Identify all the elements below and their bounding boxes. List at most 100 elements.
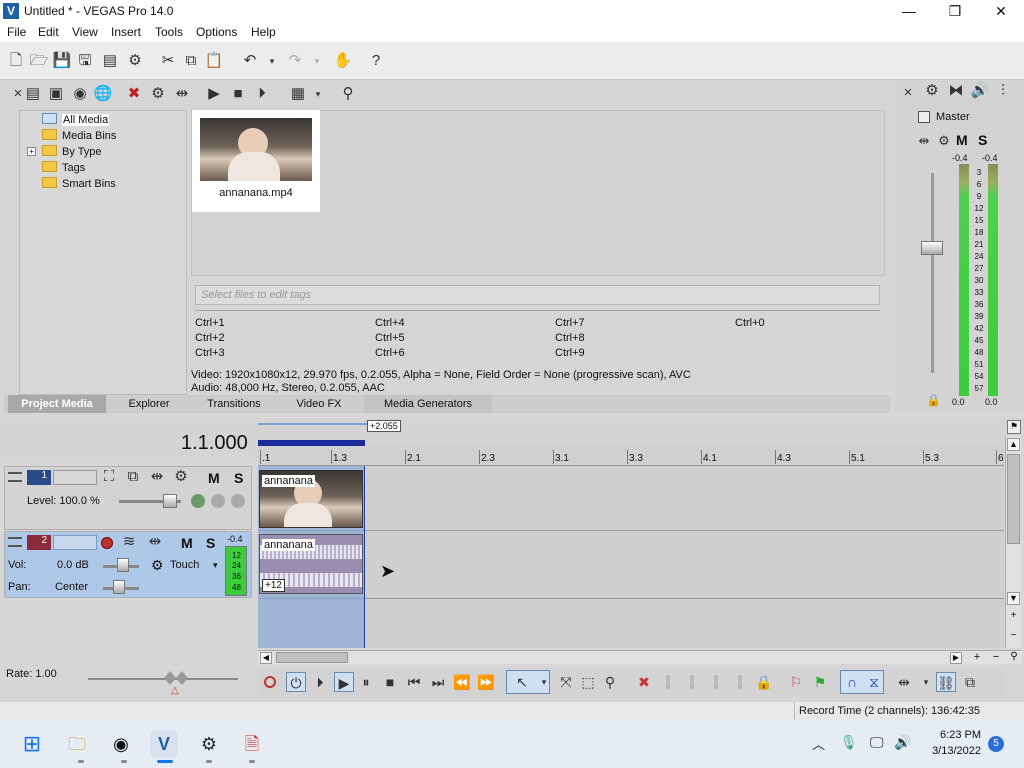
tree-item-all-media[interactable]: All Media (42, 112, 110, 128)
menu-file[interactable]: File (7, 25, 26, 39)
mute-button[interactable]: M (208, 470, 220, 486)
mute-button[interactable]: M (181, 535, 193, 551)
bus-fx-small-icon[interactable]: ⚙ (934, 131, 954, 151)
tag-shortcut[interactable]: Ctrl+7 (555, 317, 585, 329)
zoom-tool-icon[interactable]: ⚲ (1007, 651, 1021, 664)
save-icon[interactable]: 💾 (52, 51, 72, 71)
whats-this-help-icon[interactable]: ? (366, 51, 386, 71)
next-frame-button[interactable]: ⏩ (476, 672, 496, 692)
play-from-start-button[interactable]: ⏵ (310, 672, 330, 692)
scroll-up-icon[interactable]: ▲ (1007, 438, 1020, 451)
tab-media-generators[interactable]: Media Generators (364, 395, 492, 413)
level-slider-handle[interactable] (163, 494, 177, 508)
close-button[interactable]: ✕ (978, 0, 1024, 22)
master-mute-button[interactable]: M (956, 132, 968, 148)
tab-explorer[interactable]: Explorer (108, 395, 190, 413)
cut-icon[interactable]: ✂ (158, 51, 178, 71)
media-properties-icon[interactable]: ⇹ (172, 84, 192, 104)
vegas-app-icon[interactable]: V (3, 3, 19, 19)
horizontal-scrollbar[interactable]: ◀ ▶ + − ⚲ (258, 650, 1022, 664)
track-name-field[interactable] (53, 470, 97, 485)
menu-options[interactable]: Options (196, 25, 237, 39)
enable-edit-tool-icon[interactable]: ✋ (333, 51, 353, 71)
track-motion-icon[interactable]: ⛶ (99, 467, 119, 487)
insert-region-icon[interactable]: ⚑ (810, 672, 830, 692)
expand-icon[interactable]: + (27, 147, 36, 156)
tag-shortcut[interactable]: Ctrl+9 (555, 347, 585, 359)
automation-icon[interactable]: ⚙ (151, 557, 164, 574)
composite-mode-icon[interactable]: ⧉ (123, 467, 143, 487)
scroll-left-icon[interactable]: ◀ (260, 652, 272, 664)
go-to-start-button[interactable]: ⏮ (404, 672, 424, 692)
network-icon[interactable]: 🖵 (870, 734, 884, 751)
ripple-dropdown-icon[interactable]: ▾ (916, 672, 936, 692)
vegas-taskbar-icon[interactable]: V (150, 730, 178, 758)
tab-project-media[interactable]: Project Media (8, 395, 106, 413)
preview-stop-icon[interactable]: ■ (228, 84, 248, 104)
import-media-icon[interactable]: ▤ (23, 84, 43, 104)
go-to-end-button[interactable]: ⏭ (428, 672, 448, 692)
clock-time[interactable]: 6:23 PM (929, 729, 981, 741)
scroll-down-icon[interactable]: ▼ (1007, 592, 1020, 605)
tag-shortcut[interactable]: Ctrl+2 (195, 332, 225, 344)
video-event[interactable]: annanana (259, 470, 363, 528)
clock-date[interactable]: 3/13/2022 (921, 745, 981, 757)
close-window-icon[interactable]: ✕ (898, 83, 918, 103)
tag-shortcut[interactable]: Ctrl+1 (195, 317, 225, 329)
volume-icon[interactable]: 🔊 (894, 734, 911, 751)
file-explorer-icon[interactable]: 🗀 (63, 730, 91, 758)
media-thumbnail[interactable]: annanana.mp4 (192, 110, 320, 212)
solo-button[interactable]: S (206, 535, 215, 551)
insert-marker-icon[interactable]: ⚐ (786, 672, 806, 692)
chrome-icon[interactable]: ◉ (107, 730, 135, 758)
tree-item-by-type[interactable]: By Type (42, 144, 102, 160)
edit-tool-dropdown-icon[interactable]: ▾ (534, 672, 554, 692)
tag-shortcut[interactable]: Ctrl+4 (375, 317, 405, 329)
stop-button[interactable]: ■ (380, 672, 400, 692)
pause-button[interactable]: ⏸ (356, 672, 376, 692)
vertical-scrollbar[interactable]: ▲ ▼ + − (1005, 436, 1021, 648)
get-media-icon[interactable]: ◉ (70, 84, 90, 104)
lock-event-icon[interactable]: 🔒 (754, 672, 774, 692)
previous-frame-button[interactable]: ⏪ (452, 672, 472, 692)
minimize-button[interactable]: — (886, 0, 932, 22)
loop-playback-button[interactable]: ⏻ (286, 672, 306, 692)
ignore-grouping-icon[interactable]: ⧉ (960, 672, 980, 692)
marker-flag-icon[interactable]: ⚑ (1007, 420, 1021, 434)
zoom-in-vertical-icon[interactable]: + (1007, 610, 1020, 623)
zoom-out-time-icon[interactable]: − (989, 651, 1003, 664)
steam-icon[interactable]: ⚙ (195, 730, 223, 758)
menu-edit[interactable]: Edit (38, 25, 59, 39)
solo-button[interactable]: S (234, 470, 243, 486)
tree-item-media-bins[interactable]: Media Bins (42, 128, 116, 144)
menu-insert[interactable]: Insert (111, 25, 141, 39)
zoom-tool-icon[interactable]: ⚲ (600, 672, 620, 692)
tab-transitions[interactable]: Transitions (193, 395, 275, 413)
automation-dropdown-icon[interactable]: ▾ (213, 560, 218, 571)
audio-track-header[interactable]: 2 ≋ ⇹ M S Vol: 0.0 dB ⚙ Touch ▾ Pan: Cen… (4, 531, 252, 598)
vertical-scroll-thumb[interactable] (1007, 454, 1020, 544)
tag-shortcut[interactable]: Ctrl+5 (375, 332, 405, 344)
new-project-icon[interactable]: 🗋 (6, 51, 26, 71)
preview-play-icon[interactable]: ▶ (204, 84, 224, 104)
views-dropdown-icon[interactable]: ▾ (308, 84, 328, 104)
capture-video-icon[interactable]: ▣ (46, 84, 66, 104)
automation-mode[interactable]: Touch (170, 559, 199, 571)
lock-envelopes-icon[interactable]: ⛓ (936, 672, 956, 692)
track-fx-icon[interactable]: ⇹ (145, 532, 165, 552)
maximize-button[interactable]: ❐ (932, 0, 978, 22)
tag-shortcut[interactable]: Ctrl+8 (555, 332, 585, 344)
selection-tool-icon[interactable]: ⬚ (578, 672, 598, 692)
open-icon[interactable]: 🗁 (29, 51, 49, 71)
horizontal-scroll-thumb[interactable] (276, 652, 348, 663)
properties-icon[interactable]: ⚙ (125, 51, 145, 71)
mixer-settings-icon[interactable]: ⫶ (993, 81, 1013, 101)
trim-start-icon[interactable]: ⫿ (682, 672, 702, 692)
redo-dropdown-icon[interactable]: ▾ (307, 51, 327, 71)
scroll-right-icon[interactable]: ▶ (950, 652, 962, 664)
render-as-icon[interactable]: ▤ (100, 51, 120, 71)
compositor-icon[interactable] (231, 494, 245, 508)
video-track-header[interactable]: 1 ⛶ ⧉ ⇹ ⚙ M S Level: 100.0 % (4, 466, 252, 530)
lock-icon[interactable]: 🔒 (926, 393, 941, 407)
minimize-track-icon[interactable] (8, 472, 22, 482)
